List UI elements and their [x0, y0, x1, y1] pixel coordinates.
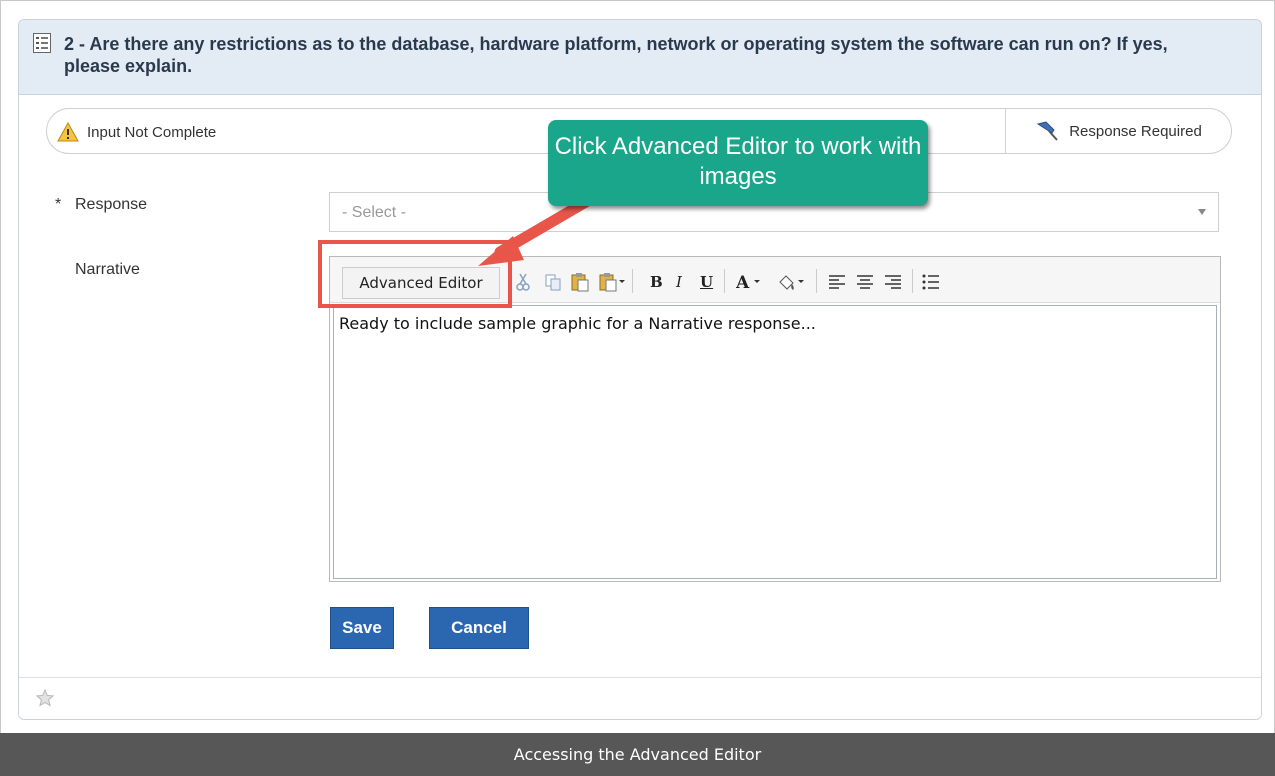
response-label: Response: [75, 196, 148, 213]
toolbar-divider: [816, 269, 817, 293]
star-icon[interactable]: [36, 689, 54, 707]
card-footer: [19, 677, 1261, 719]
narrative-content: Ready to include sample graphic for a Na…: [339, 314, 816, 333]
paste-special-icon[interactable]: [598, 271, 626, 293]
align-right-icon[interactable]: [884, 271, 902, 293]
bold-icon[interactable]: B: [650, 271, 663, 293]
paste-icon[interactable]: [570, 271, 590, 293]
cancel-button[interactable]: Cancel: [429, 607, 529, 649]
align-left-icon[interactable]: [828, 271, 846, 293]
narrative-text-area[interactable]: Ready to include sample graphic for a Na…: [333, 305, 1217, 579]
toolbar-divider: [912, 269, 913, 293]
required-marker: *: [55, 196, 62, 213]
italic-icon[interactable]: I: [676, 271, 682, 293]
chevron-down-icon: [1198, 209, 1206, 215]
narrative-label: Narrative: [75, 261, 140, 278]
question-title: 2 - Are there any restrictions as to the…: [64, 34, 1168, 76]
pin-icon: [1036, 121, 1058, 141]
save-button[interactable]: Save: [330, 607, 394, 649]
checklist-icon: [33, 33, 51, 53]
highlight-color-icon[interactable]: [776, 271, 806, 293]
font-color-icon[interactable]: A: [736, 271, 762, 293]
align-center-icon[interactable]: [856, 271, 874, 293]
copy-icon[interactable]: [544, 271, 562, 293]
editor-toolbar: Advanced Editor B I U A: [330, 257, 1220, 303]
svg-text:A: A: [736, 273, 750, 292]
response-required-status: Response Required: [1005, 109, 1231, 153]
response-required-text: Response Required: [1069, 122, 1202, 140]
response-select-value: - Select -: [342, 204, 407, 221]
toolbar-divider: [724, 269, 725, 293]
tooltip-callout: Click Advanced Editor to work with image…: [548, 120, 928, 206]
warning-icon: [57, 122, 79, 142]
bullet-list-icon[interactable]: [922, 271, 940, 293]
narrative-editor: Advanced Editor B I U A Ready to include…: [329, 256, 1221, 582]
cut-icon[interactable]: [516, 271, 530, 293]
input-status: Input Not Complete: [57, 121, 216, 143]
figure-caption: Accessing the Advanced Editor: [0, 733, 1275, 776]
toolbar-divider: [632, 269, 633, 293]
advanced-editor-button[interactable]: Advanced Editor: [342, 267, 500, 299]
question-header: 2 - Are there any restrictions as to the…: [19, 20, 1261, 95]
input-status-text: Input Not Complete: [87, 123, 217, 141]
underline-icon[interactable]: U: [700, 271, 713, 293]
